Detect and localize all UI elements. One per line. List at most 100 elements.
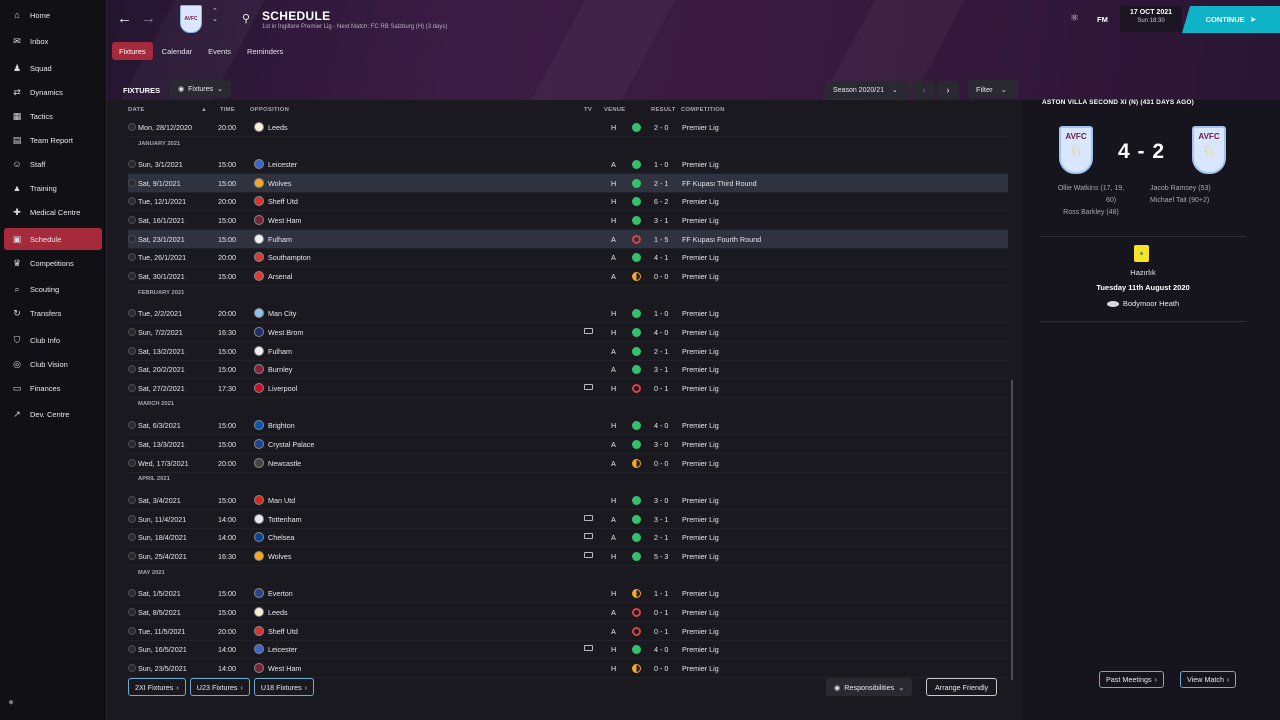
arrange-friendly-button[interactable]: Arrange Friendly <box>926 678 998 696</box>
fixture-score[interactable]: 6 - 2 <box>654 197 668 206</box>
view-match-button[interactable]: View Match › <box>1180 671 1237 688</box>
col-competition[interactable]: COMPETITION <box>681 107 725 113</box>
sidebar-item-staff[interactable]: ☺ Staff <box>4 153 102 175</box>
sidebar-item-finances[interactable]: ▭ Finances <box>4 377 102 399</box>
u18-fixtures-button[interactable]: U18 Fixtures › <box>253 678 315 696</box>
fixture-row[interactable]: Wed, 17/3/2021 20:00 Newcastle A 0 - 0 Premie… <box>128 454 1008 473</box>
sidebar-item-competitions[interactable]: ♛ Competitions <box>4 252 102 274</box>
fm-label[interactable]: FM <box>1097 15 1108 24</box>
sidebar-item-scouting[interactable]: ⌕ Scouting <box>4 278 102 300</box>
fixture-opponent[interactable]: West Ham <box>268 664 301 673</box>
fixture-score[interactable]: 0 - 1 <box>654 627 668 636</box>
sidebar-item-club-info[interactable]: ⛉ Club Info <box>4 329 102 351</box>
sort-asc-icon[interactable]: ▲ <box>201 107 207 113</box>
fixture-opponent[interactable]: Man City <box>268 309 296 318</box>
fixture-opponent[interactable]: Man Utd <box>268 496 295 505</box>
fixture-row[interactable]: Sat, 3/4/2021 15:00 Man Utd H 3 - 0 Premier L… <box>128 491 1008 510</box>
fixtures-scrollbar[interactable] <box>1011 380 1013 680</box>
sidebar-item-squad[interactable]: ♟ Squad <box>4 57 102 79</box>
fixture-row[interactable]: Mon, 28/12/2020 20:00 Leeds H 2 - 0 Premier L… <box>128 118 1008 137</box>
fixture-row[interactable]: Sat, 6/3/2021 15:00 Brighton H 4 - 0 Premier … <box>128 416 1008 435</box>
fixture-opponent[interactable]: Leicester <box>268 160 297 169</box>
tab-fixtures[interactable]: Fixtures <box>112 42 153 60</box>
fm-logo-icon[interactable]: ⚛ <box>1070 13 1079 24</box>
col-venue[interactable]: VENUE <box>604 107 625 113</box>
fixture-opponent[interactable]: Chelsea <box>268 533 294 542</box>
past-meetings-button[interactable]: Past Meetings › <box>1099 671 1164 688</box>
filter-dropdown[interactable]: Filter ⌄ <box>968 80 1018 98</box>
fixture-row[interactable]: Sun, 11/4/2021 14:00 Tottenham A 3 - 1 Premie… <box>128 510 1008 529</box>
fixture-opponent[interactable]: Leeds <box>268 608 288 617</box>
fixture-opponent[interactable]: Southampton <box>268 253 311 262</box>
continue-button[interactable]: CONTINUE ➤ <box>1182 6 1280 33</box>
fixture-row[interactable]: Tue, 11/5/2021 20:00 Sheff Utd A 0 - 1 Premie… <box>128 622 1008 641</box>
col-opposition[interactable]: OPPOSITION <box>250 107 289 113</box>
fixture-row[interactable]: Sun, 18/4/2021 14:00 Chelsea A 2 - 1 Premier … <box>128 528 1008 547</box>
fixture-score[interactable]: 3 - 1 <box>654 365 668 374</box>
fixture-opponent[interactable]: Leicester <box>268 645 297 654</box>
fixture-row[interactable]: Sat, 23/1/2021 15:00 Fulham A 1 - 5 FF Kupası… <box>128 230 1008 249</box>
fixture-score[interactable]: 1 - 0 <box>654 309 668 318</box>
fixture-row[interactable]: Sun, 7/2/2021 16:30 West Brom H 4 - 0 Premier… <box>128 323 1008 342</box>
col-date[interactable]: DATE <box>128 107 145 113</box>
fixture-score[interactable]: 3 - 0 <box>654 496 668 505</box>
fixture-score[interactable]: 1 - 0 <box>654 160 668 169</box>
tab-events[interactable]: Events <box>201 42 238 60</box>
fixture-opponent[interactable]: Sheff Utd <box>268 197 298 206</box>
fixture-score[interactable]: 2 - 1 <box>654 179 668 188</box>
fixture-score[interactable]: 4 - 0 <box>654 645 668 654</box>
fixture-opponent[interactable]: Leeds <box>268 123 288 132</box>
fixture-opponent[interactable]: Everton <box>268 589 293 598</box>
2xi-fixtures-button[interactable]: 2XI Fixtures › <box>128 678 186 696</box>
fixture-row[interactable]: Tue, 26/1/2021 20:00 Southampton A 4 - 1 Prem… <box>128 248 1008 267</box>
fixture-opponent[interactable]: Liverpool <box>268 384 297 393</box>
next-season-button[interactable]: › <box>937 81 959 99</box>
fixture-score[interactable]: 2 - 1 <box>654 347 668 356</box>
tab-calendar[interactable]: Calendar <box>155 42 199 60</box>
fixture-row[interactable]: Sat, 8/5/2021 15:00 Leeds A 0 - 1 Premier Lig <box>128 603 1008 622</box>
sidebar-item-home[interactable]: ⌂ Home <box>4 4 102 26</box>
season-dropdown[interactable]: Season 2020/21 ⌄ <box>825 81 910 99</box>
fixture-opponent[interactable]: Fulham <box>268 235 292 244</box>
sidebar-item-transfers[interactable]: ↻ Transfers <box>4 302 102 324</box>
club-switch-chevrons-icon[interactable]: ⌃ ⌄ <box>212 8 218 24</box>
fixture-row[interactable]: Sun, 3/1/2021 15:00 Leicester A 1 - 0 Premier… <box>128 155 1008 174</box>
fixture-opponent[interactable]: Brighton <box>268 421 295 430</box>
fixture-score[interactable]: 1 - 1 <box>654 589 668 598</box>
fixture-row[interactable]: Sat, 1/5/2021 15:00 Everton H 1 - 1 Premier L… <box>128 584 1008 603</box>
sidebar-item-medical-centre[interactable]: ✚ Medical Centre <box>4 201 102 223</box>
fixture-score[interactable]: 5 - 3 <box>654 552 668 561</box>
fixture-opponent[interactable]: Sheff Utd <box>268 627 298 636</box>
fixture-score[interactable]: 0 - 0 <box>654 664 668 673</box>
sidebar-item-inbox[interactable]: ✉ Inbox <box>4 30 102 52</box>
fixture-opponent[interactable]: Crystal Palace <box>268 440 314 449</box>
fixture-score[interactable]: 0 - 1 <box>654 608 668 617</box>
fixture-row[interactable]: Sat, 20/2/2021 15:00 Burnley A 3 - 1 Premier … <box>128 360 1008 379</box>
u23-fixtures-button[interactable]: U23 Fixtures › <box>189 678 250 696</box>
sidebar-item-training[interactable]: ▲ Training <box>4 177 102 199</box>
sidebar-item-dev-centre[interactable]: ↗ Dev. Centre <box>4 403 102 425</box>
back-arrow-icon[interactable]: ← <box>117 10 132 27</box>
tab-reminders[interactable]: Reminders <box>240 42 290 60</box>
fixture-row[interactable]: Sat, 27/2/2021 17:30 Liverpool H 0 - 1 Premie… <box>128 379 1008 398</box>
col-time[interactable]: TIME <box>220 107 235 113</box>
col-result[interactable]: RESULT <box>651 107 676 113</box>
col-tv[interactable]: TV <box>584 107 592 113</box>
fixture-score[interactable]: 4 - 0 <box>654 421 668 430</box>
fixture-opponent[interactable]: West Brom <box>268 328 303 337</box>
fixture-score[interactable]: 2 - 1 <box>654 533 668 542</box>
fixture-opponent[interactable]: West Ham <box>268 216 301 225</box>
fixture-opponent[interactable]: Tottenham <box>268 515 302 524</box>
fixture-score[interactable]: 4 - 1 <box>654 253 668 262</box>
search-icon[interactable]: ⚲ <box>242 12 250 25</box>
fixture-row[interactable]: Tue, 2/2/2021 20:00 Man City H 1 - 0 Premier … <box>128 304 1008 323</box>
fixture-score[interactable]: 3 - 0 <box>654 440 668 449</box>
fixture-row[interactable]: Sun, 25/4/2021 16:30 Wolves H 5 - 3 Premier L… <box>128 547 1008 566</box>
fixture-opponent[interactable]: Newcastle <box>268 459 301 468</box>
club-crest-icon[interactable]: AVFC <box>180 5 202 33</box>
fixture-row[interactable]: Sun, 23/5/2021 14:00 West Ham H 0 - 0 Premier… <box>128 659 1008 678</box>
fixture-row[interactable]: Sat, 13/3/2021 15:00 Crystal Palace A 3 - 0 P… <box>128 435 1008 454</box>
fixture-row[interactable]: Sat, 13/2/2021 15:00 Fulham A 2 - 1 Premier L… <box>128 342 1008 361</box>
fixtures-view-dropdown[interactable]: ◉ Fixtures ⌄ <box>170 80 231 98</box>
fixture-opponent[interactable]: Wolves <box>268 552 291 561</box>
